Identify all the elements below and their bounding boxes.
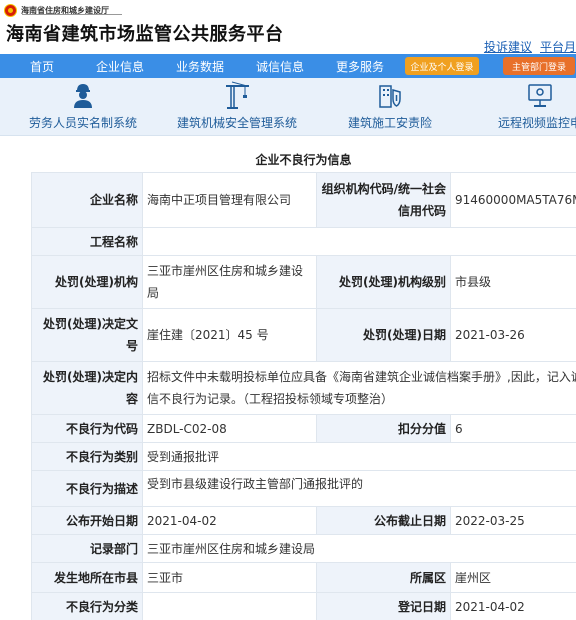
system-link-video[interactable]: 远程视频监控申 [496,80,576,131]
category-label: 不良行为分类 [31,592,143,620]
nav-home[interactable]: 首页 [24,58,60,75]
decision-content-label: 处罚(处理)决定内容 [31,361,143,415]
video-monitor-icon [528,84,552,107]
behavior-desc-label: 不良行为描述 [31,470,143,507]
deduct-label: 扣分分值 [316,414,451,443]
system-link-insurance[interactable]: 建筑施工安责险 [346,80,434,131]
divider [22,14,122,15]
system-label: 建筑机械安全管理系统 [176,116,297,130]
table-row: 公布开始日期 2021-04-02 公布截止日期 2022-03-25 [31,506,576,535]
table-row: 不良行为类别 受到通报批评 [31,442,576,471]
table-row: 不良行为描述 受到市县级建设行政主管部门通报批评的 [31,470,576,507]
top-links: 投诉建议 平台月 [476,38,576,55]
record-dept-label: 记录部门 [31,534,143,563]
penalty-org-label: 处罚(处理)机构 [31,255,143,309]
behavior-code-label: 不良行为代码 [31,414,143,443]
penalty-org-value: 三亚市崖州区住房和城乡建设局 [142,255,317,309]
district-value: 崖州区 [450,562,576,593]
enterprise-login-button[interactable]: 企业及个人登录 [405,57,479,75]
site-header: 海南省住房和城乡建设厅 海南省建筑市场监管公共服务平台 投诉建议 平台月 [0,0,576,54]
behavior-type-value: 受到通报批评 [142,442,576,471]
table-row: 不良行为代码 ZBDL-C02-08 扣分分值 6 [31,414,576,443]
nav-enterprise-info[interactable]: 企业信息 [94,58,146,75]
deduct-value: 6 [450,414,576,443]
system-links-bar: 劳务人员实名制系统 建筑机械安全管理系统 建筑施工安责险 远程视频监控申 [0,78,576,136]
platform-link[interactable]: 平台月 [540,40,576,54]
table-row: 企业名称 海南中正项目管理有限公司 组织机构代码/统一社会信用代码 914600… [31,172,576,228]
company-name-value: 海南中正项目管理有限公司 [142,172,317,228]
emblem-icon [4,3,17,17]
worker-icon [74,84,92,108]
penalty-date-value: 2021-03-26 [450,308,576,362]
publish-end-label: 公布截止日期 [316,506,451,535]
complaint-link[interactable]: 投诉建议 [484,40,532,54]
district-label: 所属区 [316,562,451,593]
table-row: 处罚(处理)决定内容 招标文件中未载明投标单位应具备《海南省建筑企业诚信档案手册… [31,361,576,415]
main-nav: 首页 企业信息 业务数据 诚信信息 更多服务 企业及个人登录 主管部门登录 [0,54,576,78]
record-dept-value: 三亚市崖州区住房和城乡建设局 [142,534,576,563]
publish-start-label: 公布开始日期 [31,506,143,535]
org-code-label: 组织机构代码/统一社会信用代码 [316,172,451,228]
admin-login-button[interactable]: 主管部门登录 [503,57,575,75]
company-name-label: 企业名称 [31,172,143,228]
section-title: 企业不良行为信息 [255,153,352,167]
penalty-date-label: 处罚(处理)日期 [316,308,451,362]
behavior-code-value: ZBDL-C02-08 [142,414,317,443]
org-code-value: 91460000MA5TA76M4G [450,172,576,228]
nav-business-data[interactable]: 业务数据 [174,58,226,75]
department-logo: 海南省住房和城乡建设厅 [4,2,109,18]
nav-more-services[interactable]: 更多服务 [334,58,386,75]
system-link-machinery[interactable]: 建筑机械安全管理系统 [176,80,298,131]
system-label: 劳务人员实名制系统 [28,116,137,130]
behavior-desc-value: 受到市县级建设行政主管部门通报批评的 [142,470,576,507]
building-safety-icon [379,85,401,108]
decision-content-value: 招标文件中未载明投标单位应具备《海南省建筑企业诚信档案手册》,因此，记入诚信不良… [142,361,576,415]
penalty-org-level-value: 市县级 [450,255,576,309]
decision-no-label: 处罚(处理)决定文号 [31,308,143,362]
table-row: 工程名称 [31,227,576,256]
category-value [142,592,317,620]
table-row: 记录部门 三亚市崖州区住房和城乡建设局 [31,534,576,563]
project-name-value [142,227,576,256]
system-label: 建筑施工安责险 [347,116,432,130]
city-label: 发生地所在市县 [31,562,143,593]
publish-end-value: 2022-03-25 [450,506,576,535]
tower-crane-icon [226,81,249,109]
system-label: 远程视频监控申 [497,116,576,130]
bad-behavior-detail-table: 企业名称 海南中正项目管理有限公司 组织机构代码/统一社会信用代码 914600… [31,172,576,620]
decision-no-value: 崖住建〔2021〕45 号 [142,308,317,362]
table-row: 处罚(处理)决定文号 崖住建〔2021〕45 号 处罚(处理)日期 2021-0… [31,308,576,362]
table-row: 发生地所在市县 三亚市 所属区 崖州区 [31,562,576,593]
table-row: 不良行为分类 登记日期 2021-04-02 [31,592,576,620]
penalty-org-level-label: 处罚(处理)机构级别 [316,255,451,309]
project-name-label: 工程名称 [31,227,143,256]
nav-credit-info[interactable]: 诚信信息 [254,58,306,75]
city-value: 三亚市 [142,562,317,593]
publish-start-value: 2021-04-02 [142,506,317,535]
register-date-value: 2021-04-02 [450,592,576,620]
system-link-labor[interactable]: 劳务人员实名制系统 [27,80,139,131]
behavior-type-label: 不良行为类别 [31,442,143,471]
register-date-label: 登记日期 [316,592,451,620]
table-row: 处罚(处理)机构 三亚市崖州区住房和城乡建设局 处罚(处理)机构级别 市县级 [31,255,576,309]
site-title: 海南省建筑市场监管公共服务平台 [6,24,284,45]
